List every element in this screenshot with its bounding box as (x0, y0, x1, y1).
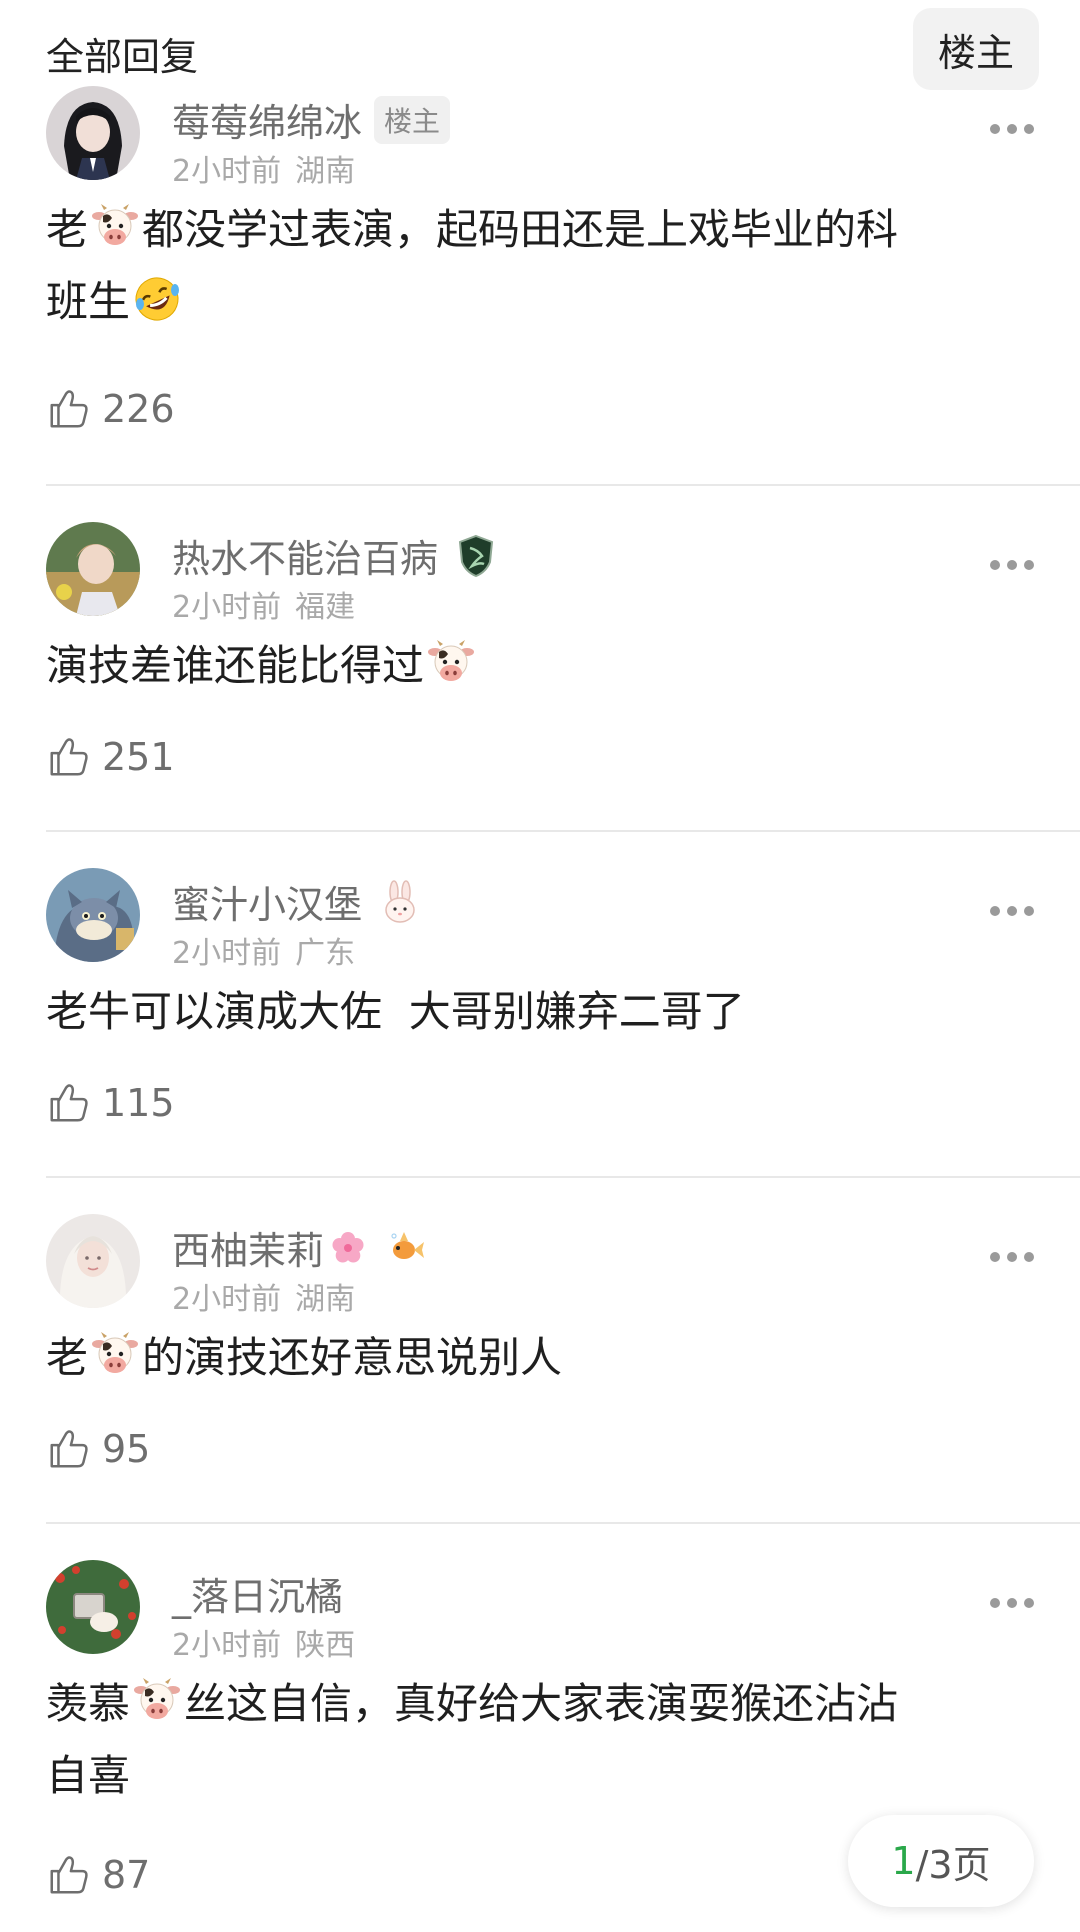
like-button[interactable]: 87 (46, 1852, 150, 1898)
like-count: 87 (102, 1853, 151, 1897)
cow-emoji (426, 638, 476, 688)
comment-item: 热水不能治百病 2小时前 福建 演技差谁还能比得过 251 (0, 522, 1080, 782)
cherry-blossom-emoji (332, 1231, 364, 1262)
comment-item: 西柚茉莉 2小时前 湖南 老的演技还好意思说别人 95 (0, 1214, 1080, 1474)
thumbs-up-icon (46, 1080, 92, 1126)
more-icon[interactable] (990, 560, 1034, 574)
divider (46, 1176, 1080, 1178)
more-icon[interactable] (990, 124, 1034, 138)
page-indicator[interactable]: 1/3页 (848, 1815, 1034, 1907)
avatar[interactable] (46, 522, 140, 616)
divider (46, 830, 1080, 832)
op-badge: 楼主 (374, 95, 451, 144)
more-icon[interactable] (990, 1598, 1034, 1612)
like-button[interactable]: 95 (46, 1426, 150, 1472)
more-icon[interactable] (990, 1252, 1034, 1266)
thumbs-up-icon (46, 734, 92, 780)
comment-text: 羡慕 丝这自信，真好给大家表演耍猴还沾沾 自喜 (46, 1668, 1026, 1812)
like-button[interactable]: 226 (46, 386, 175, 432)
shield-badge-icon (458, 534, 494, 577)
comment-location: 陕西 (295, 1628, 356, 1663)
avatar[interactable] (46, 86, 140, 180)
cow-emoji (132, 1676, 182, 1726)
username[interactable]: 莓莓绵绵冰 (172, 92, 362, 147)
rofl-emoji (135, 277, 180, 321)
comment-meta: 2小时前 广东 (172, 928, 355, 972)
rabbit-badge-icon (385, 879, 415, 923)
goldfish-badge-icon (391, 1231, 425, 1259)
thumbs-up-icon (46, 1426, 92, 1472)
comment-meta: 2小时前 福建 (172, 582, 355, 626)
comment-text: 老都没学过表演，起码田还是上戏毕业的科 班生 (46, 194, 1026, 338)
avatar[interactable] (46, 868, 140, 962)
more-icon[interactable] (990, 906, 1034, 920)
like-button[interactable]: 251 (46, 734, 175, 780)
comment-meta: 2小时前 湖南 (172, 146, 355, 190)
avatar[interactable] (46, 1214, 140, 1308)
current-page: 1 (891, 1839, 916, 1883)
comments-header: 全部回复 楼主 (0, 0, 1080, 100)
username[interactable]: _落日沉橘 (172, 1566, 343, 1621)
like-count: 226 (102, 387, 175, 431)
comment-location: 湖南 (295, 1282, 356, 1317)
comment-item: 蜜汁小汉堡 2小时前 广东 老牛可以演成大佐 大哥别嫌弃二哥了 115 (0, 868, 1080, 1128)
comment-time: 2小时前 (172, 936, 282, 971)
divider (46, 484, 1080, 486)
comment-time: 2小时前 (172, 1282, 282, 1317)
op-only-filter-button[interactable]: 楼主 (913, 8, 1039, 90)
thumbs-up-icon (46, 386, 92, 432)
username[interactable]: 西柚茉莉 (172, 1220, 324, 1275)
comment-text: 演技差谁还能比得过 (46, 630, 1026, 702)
comment-location: 福建 (295, 590, 356, 625)
comment-item: 莓莓绵绵冰 楼主 2小时前 湖南 老都没学过表演，起码田还是上戏毕业的科 班生 22… (0, 86, 1080, 431)
total-pages: /3页 (915, 1842, 991, 1887)
comment-location: 广东 (295, 936, 356, 971)
comment-time: 2小时前 (172, 1628, 282, 1663)
comment-text: 老的演技还好意思说别人 (46, 1322, 1026, 1394)
comment-time: 2小时前 (172, 590, 282, 625)
comment-meta: 2小时前 陕西 (172, 1620, 355, 1664)
cow-emoji (90, 1330, 140, 1380)
avatar[interactable] (46, 1560, 140, 1654)
divider (46, 1522, 1080, 1524)
comment-location: 湖南 (295, 154, 356, 189)
thumbs-up-icon (46, 1852, 92, 1898)
comment-text: 老牛可以演成大佐 大哥别嫌弃二哥了 (46, 987, 745, 1036)
like-count: 251 (102, 735, 175, 779)
comment-meta: 2小时前 湖南 (172, 1274, 355, 1318)
username[interactable]: 蜜汁小汉堡 (172, 874, 362, 929)
cow-emoji (90, 202, 140, 252)
like-count: 115 (102, 1081, 175, 1125)
comment-time: 2小时前 (172, 154, 282, 189)
all-replies-title: 全部回复 (46, 35, 199, 79)
like-button[interactable]: 115 (46, 1080, 175, 1126)
like-count: 95 (102, 1427, 151, 1471)
username[interactable]: 热水不能治百病 (172, 528, 438, 583)
